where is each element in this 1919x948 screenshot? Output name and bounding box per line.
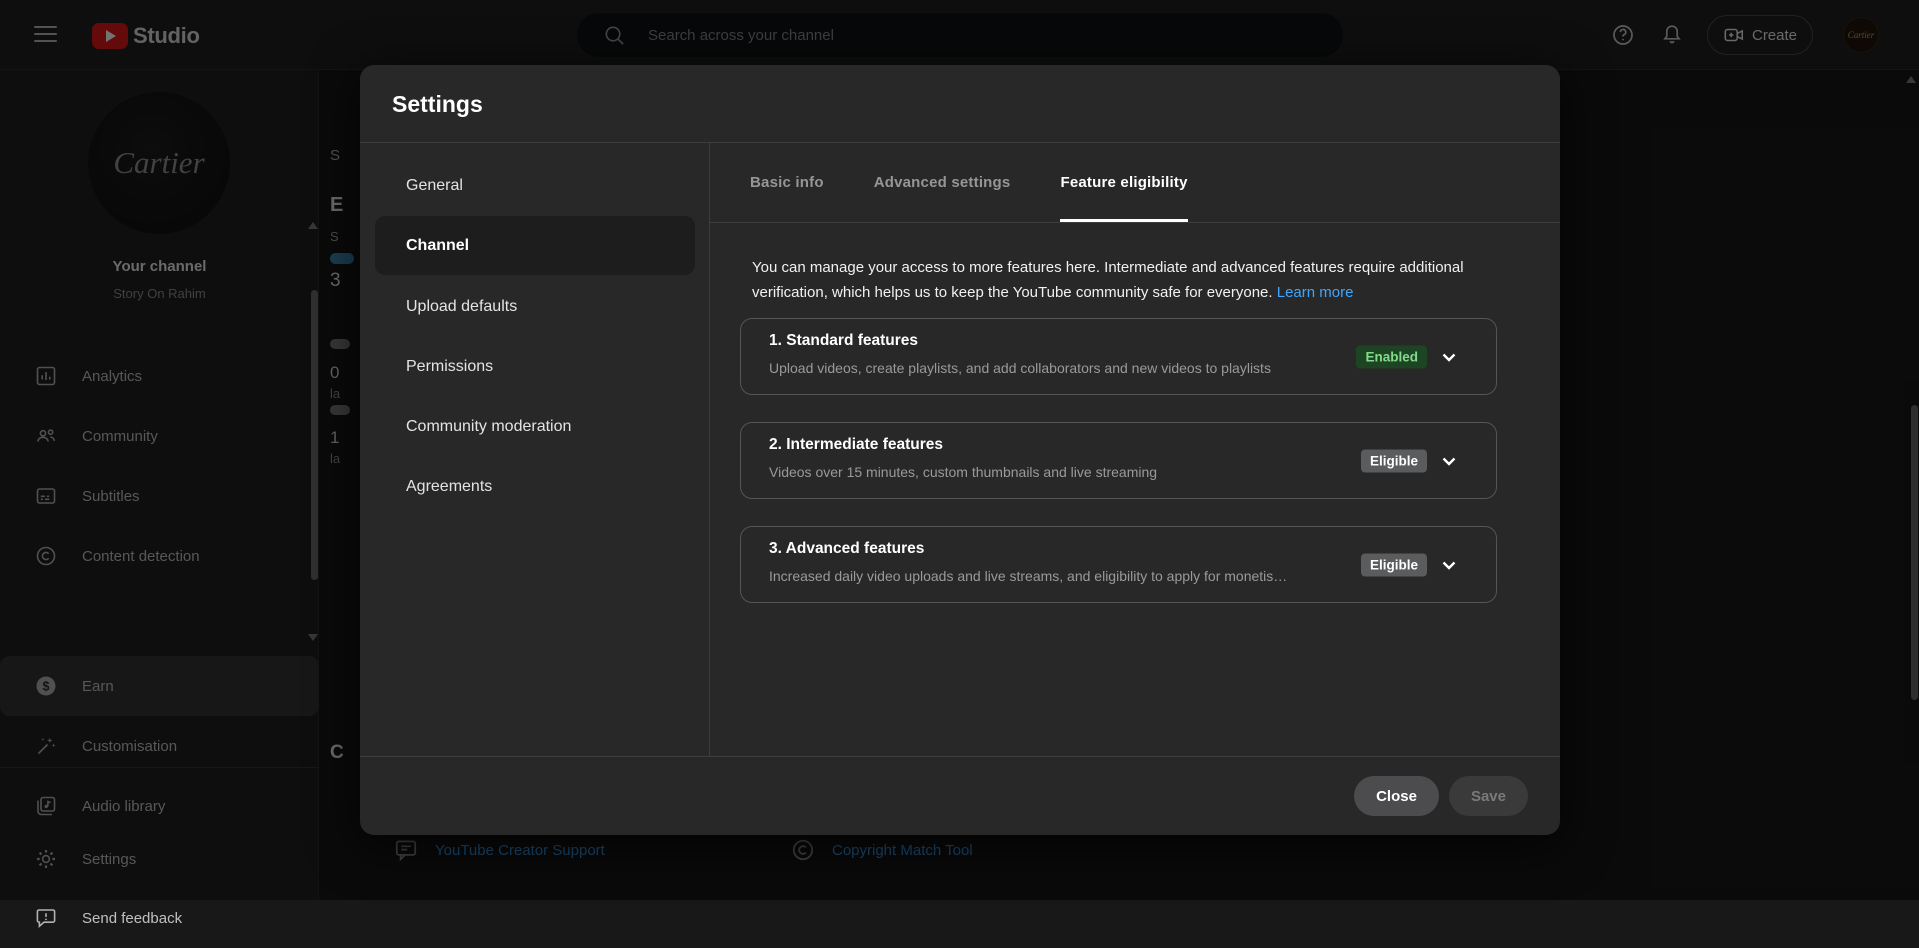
- chevron-down-icon[interactable]: [1437, 553, 1461, 577]
- channel-settings-tabs: Basic info Advanced settings Feature eli…: [710, 143, 1560, 223]
- settings-nav-permissions[interactable]: Permissions: [360, 347, 710, 387]
- feature-cards: 1. Standard features Upload videos, crea…: [740, 318, 1497, 603]
- feature-title: 1. Standard features: [769, 332, 918, 350]
- dialog-title: Settings: [392, 65, 483, 143]
- feature-card-standard[interactable]: 1. Standard features Upload videos, crea…: [740, 318, 1497, 395]
- settings-dialog: Settings General Channel Upload defaults…: [360, 65, 1560, 835]
- description-text: You can manage your access to more featu…: [752, 259, 1464, 301]
- feature-description: Videos over 15 minutes, custom thumbnail…: [769, 464, 1157, 480]
- chevron-down-icon[interactable]: [1437, 345, 1461, 369]
- status-badge-eligible: Eligible: [1361, 449, 1427, 472]
- settings-nav-community-moderation[interactable]: Community moderation: [360, 407, 710, 447]
- close-button[interactable]: Close: [1354, 776, 1439, 816]
- feedback-icon: [34, 906, 58, 930]
- tab-basic-info[interactable]: Basic info: [750, 143, 824, 222]
- dialog-footer: Close Save: [360, 756, 1560, 835]
- feature-card-advanced[interactable]: 3. Advanced features Increased daily vid…: [740, 526, 1497, 603]
- save-button[interactable]: Save: [1449, 776, 1528, 816]
- settings-nav-general[interactable]: General: [360, 166, 710, 206]
- settings-content: Basic info Advanced settings Feature eli…: [710, 143, 1560, 756]
- feature-card-intermediate[interactable]: 2. Intermediate features Videos over 15 …: [740, 422, 1497, 499]
- settings-nav-channel[interactable]: Channel: [375, 216, 695, 275]
- feature-title: 2. Intermediate features: [769, 436, 943, 454]
- tab-advanced-settings[interactable]: Advanced settings: [874, 143, 1011, 222]
- sidebar-item-label: Send feedback: [82, 910, 182, 927]
- dialog-header: Settings: [360, 65, 1560, 143]
- feature-title: 3. Advanced features: [769, 540, 924, 558]
- status-badge-enabled: Enabled: [1356, 345, 1427, 368]
- feature-eligibility-description: You can manage your access to more featu…: [752, 255, 1542, 305]
- tab-feature-eligibility[interactable]: Feature eligibility: [1060, 143, 1187, 222]
- settings-nav-upload-defaults[interactable]: Upload defaults: [360, 287, 710, 327]
- feature-description: Increased daily video uploads and live s…: [769, 568, 1287, 584]
- learn-more-link[interactable]: Learn more: [1277, 284, 1354, 301]
- feature-description: Upload videos, create playlists, and add…: [769, 360, 1271, 376]
- settings-nav-agreements[interactable]: Agreements: [360, 467, 710, 507]
- chevron-down-icon[interactable]: [1437, 449, 1461, 473]
- settings-nav: General Channel Upload defaults Permissi…: [360, 143, 710, 756]
- status-badge-eligible: Eligible: [1361, 553, 1427, 576]
